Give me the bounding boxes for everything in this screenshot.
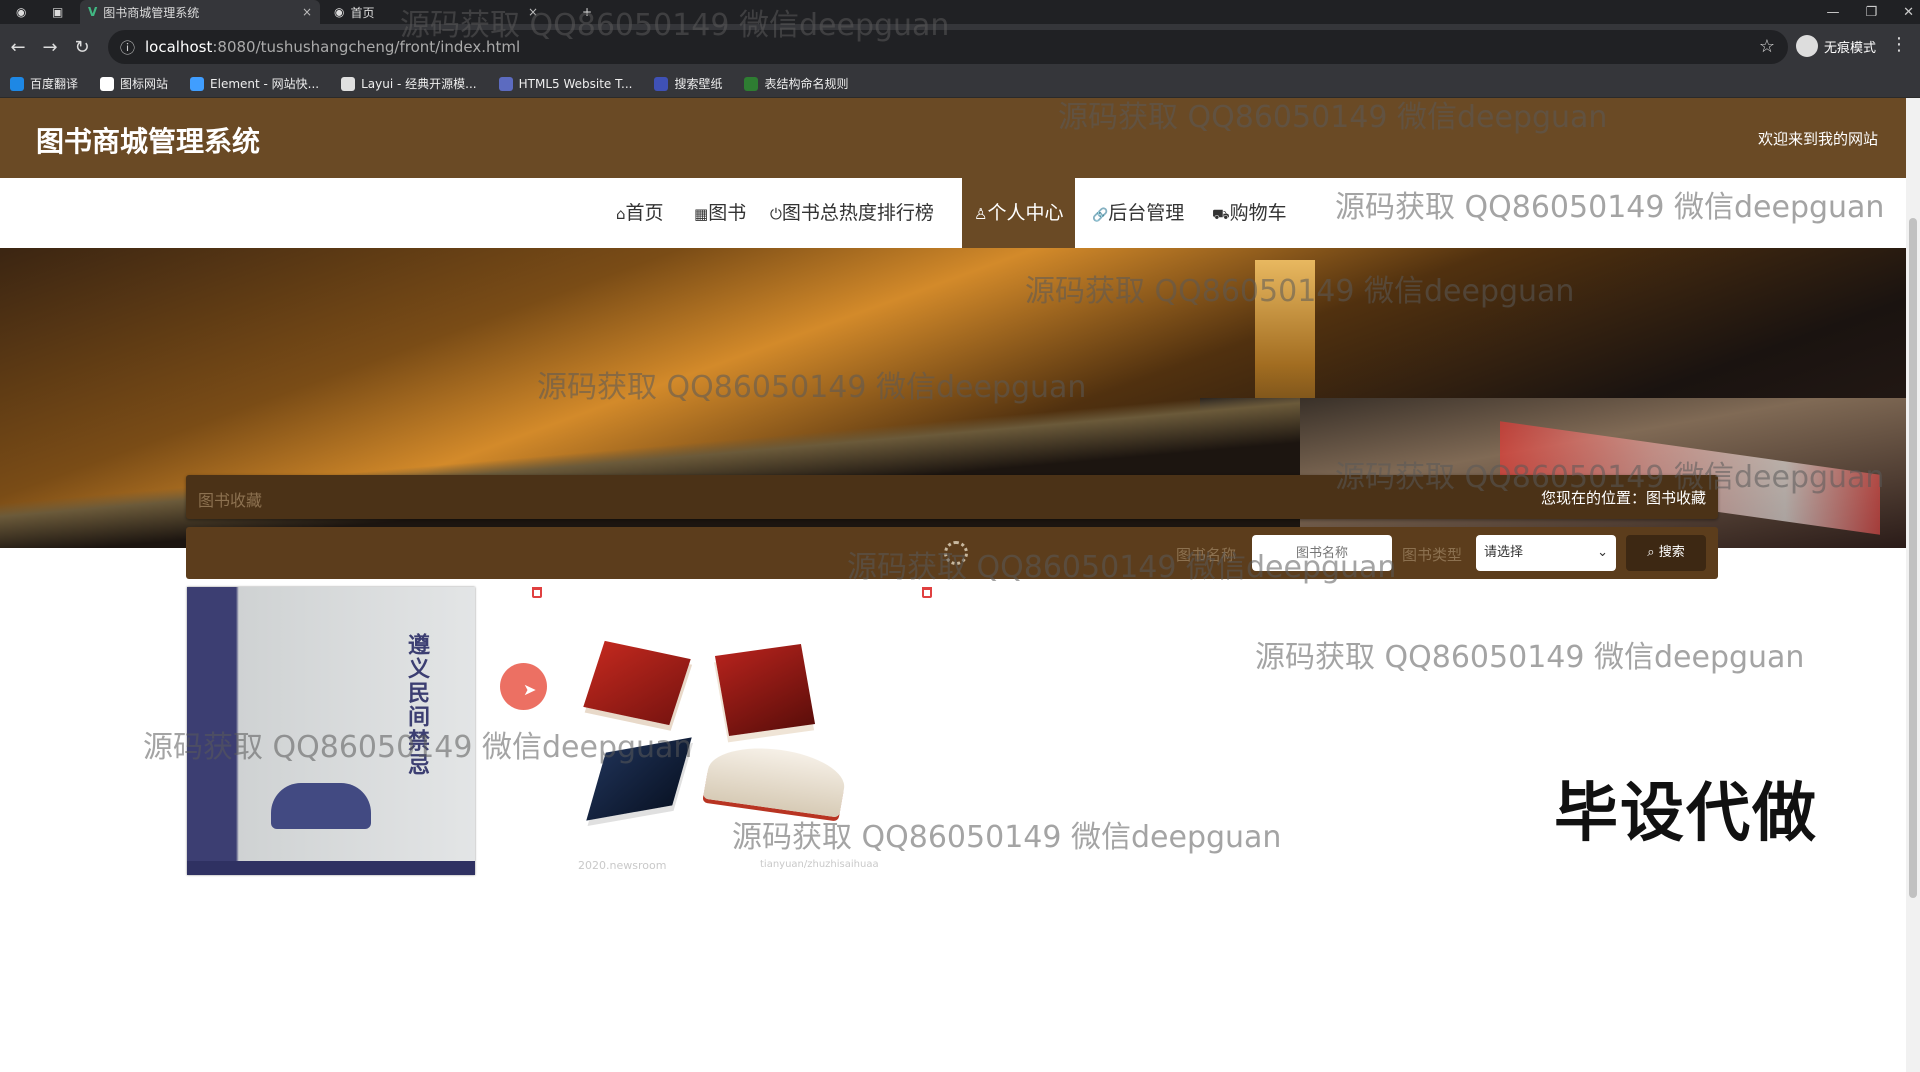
carousel-dot[interactable] — [944, 530, 964, 538]
site-title: 图书商城管理系统 — [36, 125, 261, 158]
bookmark-item[interactable]: 百度翻译 — [10, 75, 78, 92]
nav-item-home[interactable]: ⌂首页 — [616, 178, 664, 248]
page-viewport: 图书商城管理系统 欢迎来到我的网站 ⌂首页 ▦图书 ⏻图书总热度排行榜 ♙个人中… — [0, 98, 1906, 1072]
close-icon[interactable]: × — [528, 5, 538, 19]
profile-button[interactable]: 无痕模式 — [1795, 35, 1876, 57]
cart-icon: ⛟ — [1212, 207, 1230, 223]
bookmark-label: Layui - 经典开源模... — [361, 77, 477, 91]
bookmark-icon — [744, 76, 759, 91]
url-field[interactable]: ⓘ localhost:8080/tushushangcheng/front/i… — [108, 30, 1788, 64]
restore-icon[interactable]: ❐ — [1865, 5, 1877, 20]
window-close-icon[interactable]: ✕ — [1903, 5, 1914, 20]
bookmark-item[interactable]: 搜索壁纸 — [654, 75, 722, 92]
vue-icon: V — [88, 5, 98, 19]
bookmark-label: HTML5 Website T... — [518, 76, 633, 91]
nav-label: 图书 — [708, 202, 747, 224]
bookmark-icon — [341, 76, 356, 91]
forward-icon[interactable]: → — [34, 37, 66, 58]
nav-label: 购物车 — [1229, 202, 1287, 224]
bookmark-item[interactable]: HTML5 Website T... — [498, 76, 633, 91]
nav-item-books[interactable]: ▦图书 — [694, 178, 746, 248]
new-tab-icon[interactable]: + — [574, 0, 600, 24]
back-icon[interactable]: ← — [2, 37, 34, 58]
browser-tab-strip: ◉ ▣ V 图书商城管理系统 × ◉ 首页 × + — ❐ ✕ — [0, 0, 1920, 24]
bookmark-icon — [100, 76, 115, 91]
bookmark-label: 表结构命名规则 — [764, 77, 849, 91]
main-nav: ⌂首页 ▦图书 ⏻图书总热度排行榜 ♙个人中心 🔗后台管理 ⛟购物车 — [0, 178, 1906, 248]
tab-label: 图书商城管理系统 — [103, 5, 200, 20]
carousel-indicators — [944, 530, 990, 538]
tab-site[interactable]: V 图书商城管理系统 × — [80, 0, 320, 24]
home-icon: ⌂ — [616, 205, 626, 223]
incognito-icon — [1795, 35, 1818, 57]
nav-label: 图书总热度排行榜 — [781, 202, 934, 224]
bookmark-label: 图标网站 — [120, 77, 169, 91]
nav-label: 个人中心 — [987, 202, 1064, 224]
bookmark-star-icon[interactable]: ☆ — [1759, 36, 1775, 57]
site-header: 图书商城管理系统 欢迎来到我的网站 — [0, 98, 1906, 178]
nav-label: 后台管理 — [1108, 202, 1185, 224]
grid-icon: ▦ — [694, 205, 709, 223]
reload-icon[interactable]: ↻ — [66, 37, 98, 58]
user-icon: ♙ — [974, 205, 988, 223]
bookmark-label: 搜索壁纸 — [674, 77, 723, 91]
bookmark-label: 百度翻译 — [30, 77, 79, 91]
tab-home[interactable]: ◉ 首页 × — [326, 0, 546, 24]
menu-dots-icon[interactable]: ⋮ — [1890, 34, 1908, 55]
link-icon: 🔗 — [1092, 208, 1109, 223]
bookmark-item[interactable]: Element - 网站快... — [190, 75, 319, 92]
bookmarks-bar: 百度翻译 图标网站 Element - 网站快... Layui - 经典开源模… — [0, 70, 1920, 98]
minimize-icon[interactable]: — — [1826, 5, 1839, 20]
profile-label: 无痕模式 — [1823, 40, 1876, 56]
nav-item-admin[interactable]: 🔗后台管理 — [1092, 178, 1184, 248]
hero-banner — [0, 248, 1906, 548]
close-icon[interactable]: × — [302, 5, 312, 19]
banner-bridge — [0, 398, 1300, 548]
bookmark-icon — [498, 76, 513, 91]
page-scrollbar[interactable] — [1906, 98, 1920, 1072]
nav-label: 首页 — [625, 202, 664, 224]
url-path: :8080/tushushangcheng/front/index.html — [212, 38, 521, 56]
tab-label: 首页 — [350, 5, 375, 20]
welcome-text: 欢迎来到我的网站 — [1757, 130, 1878, 148]
tab-favicon-icon[interactable]: ▣ — [44, 0, 72, 24]
info-icon: ⓘ — [120, 38, 136, 57]
nav-item-profile[interactable]: ♙个人中心 — [962, 178, 1076, 248]
globe-icon: ◉ — [334, 5, 345, 19]
power-icon: ⏻ — [770, 205, 782, 223]
url-host: localhost — [145, 38, 213, 56]
browser-menu-icon[interactable]: ◉ — [8, 0, 36, 24]
bookmark-icon — [10, 76, 24, 91]
nav-item-cart[interactable]: ⛟购物车 — [1212, 178, 1287, 248]
bookmark-item[interactable]: 表结构命名规则 — [744, 75, 848, 92]
nav-item-ranking[interactable]: ⏻图书总热度排行榜 — [770, 178, 934, 248]
bookmark-icon — [654, 76, 669, 91]
scrollbar-thumb[interactable] — [1909, 218, 1917, 898]
bookmark-item[interactable]: Layui - 经典开源模... — [341, 75, 477, 92]
bookmark-item[interactable]: 图标网站 — [100, 75, 168, 92]
address-bar: ← → ↻ ⓘ localhost:8080/tushushangcheng/f… — [0, 24, 1920, 70]
carousel-dot[interactable] — [970, 530, 990, 538]
bookmark-icon — [190, 76, 205, 91]
bookmark-label: Element - 网站快... — [210, 77, 320, 91]
